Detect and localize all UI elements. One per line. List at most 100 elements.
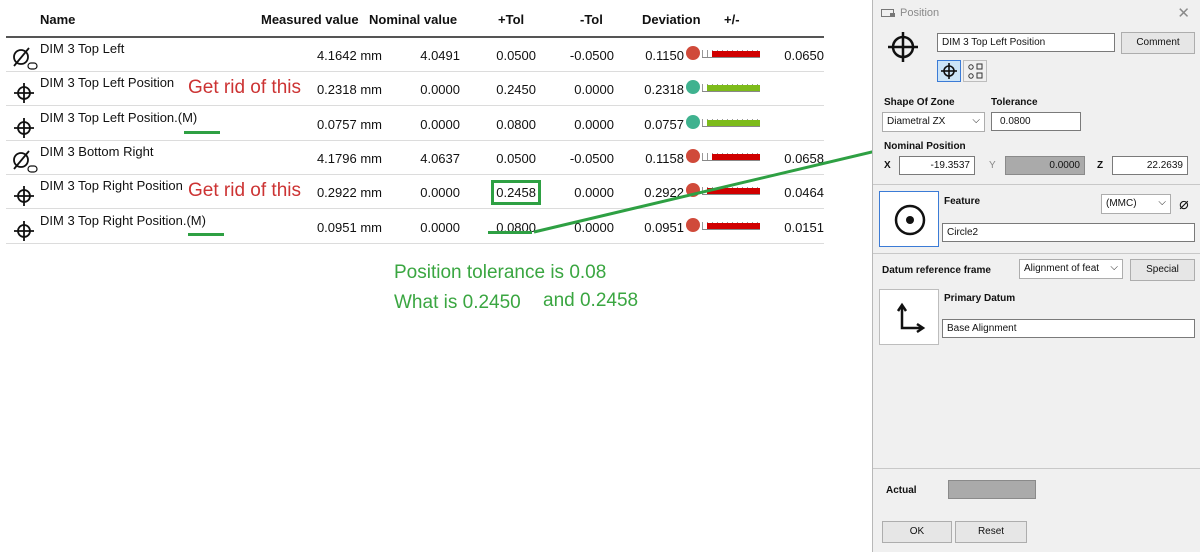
- row-name: DIM 3 Top Right Position.(M): [40, 212, 206, 228]
- deviation-bar: [702, 118, 760, 127]
- close-icon[interactable]: ✕: [1177, 4, 1190, 22]
- row-name: DIM 3 Top Left: [40, 41, 125, 56]
- position-symbol-icon: [888, 32, 918, 62]
- shape-of-zone-select[interactable]: Diametral ZX ⌵: [882, 112, 985, 132]
- row-deviation: 0.1150: [645, 48, 684, 63]
- y-label: Y: [989, 160, 996, 171]
- alignment-axes-icon: [896, 302, 926, 334]
- status-indicator-icon: [686, 46, 700, 60]
- datum-frame-value: Alignment of feat: [1024, 263, 1100, 274]
- divider: [873, 184, 1200, 185]
- row-deviation: 0.0951: [644, 219, 684, 235]
- characteristic-name-field[interactable]: DIM 3 Top Left Position: [937, 33, 1115, 52]
- row-minus-tol: 0.0000: [574, 185, 614, 201]
- status-indicator-icon: [686, 148, 700, 163]
- row-minus-tol: -0.0500: [569, 48, 614, 63]
- chevron-down-icon: ⌵: [972, 115, 980, 126]
- material-modifier-select[interactable]: (MMC) ⌵: [1101, 194, 1171, 214]
- material-modifier-value: (MMC): [1106, 198, 1137, 209]
- deviation-bar: [702, 152, 760, 161]
- row-measured: 4.1796 mm: [316, 150, 382, 166]
- row-deviation: 0.1158: [645, 150, 684, 166]
- comment-button[interactable]: Comment: [1121, 32, 1195, 54]
- col-measured-header[interactable]: Measured value: [261, 12, 359, 27]
- table-row[interactable]: DIM 3 Top Right Position 0.2922 mm 0.0000 0…: [6, 175, 824, 210]
- deviation-bar: [702, 84, 760, 93]
- row-nominal: 0.0000: [420, 116, 460, 132]
- col-name-header[interactable]: Name: [40, 12, 75, 27]
- deviation-bar: [702, 187, 760, 196]
- z-coordinate-field[interactable]: 22.2639: [1112, 156, 1188, 175]
- row-deviation: 0.2922: [644, 185, 684, 201]
- feature-field[interactable]: Circle2: [942, 223, 1195, 242]
- deviation-bar: [702, 221, 760, 230]
- table-row[interactable]: DIM 3 Top Left Position 0.2318 mm 0.0000 0.…: [6, 72, 824, 107]
- reset-button[interactable]: Reset: [955, 521, 1027, 543]
- row-name: DIM 3 Top Left Position: [40, 75, 175, 91]
- datum-picker-button[interactable]: [879, 289, 939, 345]
- circle-feature-icon: [894, 204, 926, 236]
- table-row[interactable]: DIM 3 Top Right Position.(M) 0.0951 mm 0.0…: [6, 210, 824, 244]
- deviation-fill: [706, 222, 760, 229]
- col-minus-tol-header[interactable]: -Tol: [580, 12, 603, 27]
- deviation-fill: [712, 153, 760, 160]
- diameter-icon[interactable]: ⌀: [1173, 194, 1195, 214]
- deviation-fill: [706, 119, 760, 126]
- table-row[interactable]: DIM 3 Top Left Position.(M) 0.0757 mm 0.00…: [6, 107, 824, 141]
- y-coordinate-field: 0.0000: [1005, 156, 1085, 175]
- ok-button[interactable]: OK: [882, 521, 952, 543]
- row-out-of-tolerance: 0.0151: [784, 219, 824, 235]
- deviation-fill: [712, 51, 760, 57]
- row-measured: 0.0757 mm: [316, 116, 382, 132]
- z-label: Z: [1097, 160, 1104, 171]
- underline-mark-3: [488, 231, 532, 234]
- feature-picker-button[interactable]: [879, 191, 939, 247]
- col-plusminus-header[interactable]: +/-: [724, 12, 740, 27]
- actual-label: Actual: [886, 485, 917, 496]
- pattern-mode-toggle[interactable]: [963, 60, 987, 82]
- question-line-2a: What is 0.2450: [394, 292, 521, 313]
- feature-label: Feature: [944, 196, 981, 207]
- divider: [873, 253, 1200, 254]
- position-dialog: Position ✕ DIM 3 Top Left Position Comme…: [872, 0, 1200, 552]
- position-small-icon: [941, 63, 957, 79]
- position-icon: [12, 115, 38, 139]
- datum-frame-select[interactable]: Alignment of feat ⌵: [1019, 259, 1123, 279]
- shape-of-zone-label: Shape Of Zone: [884, 97, 955, 108]
- pattern-icon: [968, 63, 983, 79]
- special-button[interactable]: Special: [1130, 259, 1195, 281]
- row-minus-tol: 0.0000: [574, 116, 614, 132]
- row-measured: 0.2318 mm: [316, 82, 382, 98]
- col-deviation-header[interactable]: Deviation: [642, 12, 701, 27]
- col-nominal-header[interactable]: Nominal value: [369, 12, 457, 27]
- results-table: Name Measured value Nominal value +Tol -…: [6, 0, 824, 244]
- position-icon: [12, 183, 38, 207]
- row-out-of-tolerance: 0.0658: [784, 150, 824, 166]
- row-minus-tol: 0.0000: [574, 219, 614, 235]
- row-deviation: 0.2318: [644, 82, 684, 98]
- x-coordinate-field[interactable]: -19.3537: [899, 156, 975, 175]
- shape-of-zone-value: Diametral ZX: [887, 116, 946, 127]
- diameter-icon: [12, 46, 38, 70]
- underline-mark-2: [188, 233, 224, 236]
- question-line-2b: and 0.2458: [543, 290, 639, 311]
- table-row[interactable]: DIM 3 Bottom Right 4.1796 mm 4.0637 0.0500 -…: [6, 141, 824, 175]
- table-row[interactable]: DIM 3 Top Left 4.1642 mm 4.0491 0.0500 -0.05…: [6, 38, 824, 72]
- row-plus-tol: 0.2450: [496, 82, 536, 98]
- tolerance-label: Tolerance: [991, 97, 1038, 108]
- position-tool-icon: [881, 9, 895, 17]
- row-name: DIM 3 Top Right Position: [40, 178, 183, 194]
- tolerance-field[interactable]: 0.0800: [991, 112, 1081, 131]
- row-plus-tol: 0.0500: [496, 150, 536, 166]
- col-plus-tol-header[interactable]: +Tol: [498, 12, 524, 27]
- row-nominal: 0.0000: [420, 82, 460, 98]
- row-plus-tol: 0.0800: [496, 116, 536, 132]
- primary-datum-label: Primary Datum: [944, 293, 1016, 304]
- remove-note-2: Get rid of this: [188, 180, 301, 201]
- primary-datum-field[interactable]: Base Alignment: [942, 319, 1195, 338]
- row-plus-tol: 0.2458: [491, 180, 541, 206]
- status-indicator-icon: [686, 114, 700, 129]
- row-nominal: 4.0637: [420, 150, 460, 166]
- divider: [873, 468, 1200, 469]
- position-mode-toggle[interactable]: [937, 60, 961, 82]
